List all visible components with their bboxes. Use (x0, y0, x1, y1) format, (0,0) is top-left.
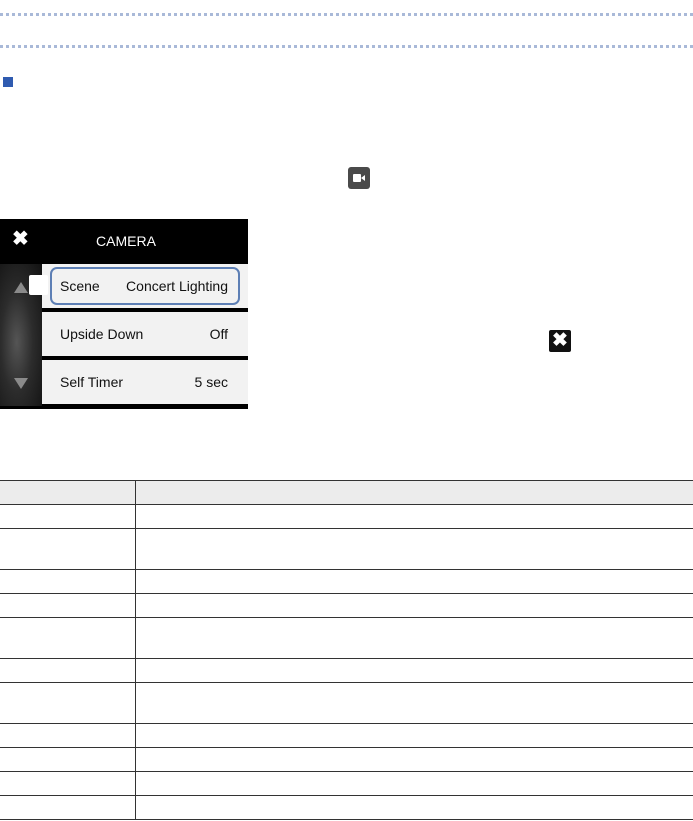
setting-value: Off (209, 326, 228, 342)
table-row (0, 504, 693, 529)
down-arrow-icon[interactable] (14, 378, 28, 389)
table-header-row (0, 480, 693, 505)
setting-row-self-timer[interactable]: Self Timer 5 sec (42, 360, 248, 404)
close-square-icon: ✖ (549, 330, 571, 352)
screen-header: ✖ CAMERA (0, 219, 248, 264)
table-row (0, 682, 693, 724)
table-row (0, 795, 693, 820)
setting-label: Self Timer (60, 374, 124, 390)
callout-marker (29, 275, 48, 295)
table-row (0, 723, 693, 748)
section-dotted-divider (0, 45, 693, 48)
table-row (0, 617, 693, 659)
top-dotted-divider (0, 13, 693, 16)
section-bullet (3, 77, 13, 87)
camera-icon (348, 167, 370, 189)
setting-value: 5 sec (194, 374, 228, 390)
up-arrow-icon[interactable] (14, 282, 28, 293)
selection-outline (50, 267, 240, 305)
settings-table (0, 480, 693, 820)
camera-settings-screen: ✖ CAMERA Scene Concert Lighting Upside D… (0, 219, 248, 409)
setting-row-upside-down[interactable]: Upside Down Off (42, 312, 248, 356)
screen-title: CAMERA (96, 233, 156, 249)
table-row (0, 747, 693, 772)
table-row (0, 658, 693, 683)
close-x-icon[interactable]: ✖ (12, 228, 29, 250)
setting-label: Upside Down (60, 326, 144, 342)
table-row (0, 528, 693, 570)
table-row (0, 771, 693, 796)
table-row (0, 569, 693, 594)
table-row (0, 593, 693, 618)
